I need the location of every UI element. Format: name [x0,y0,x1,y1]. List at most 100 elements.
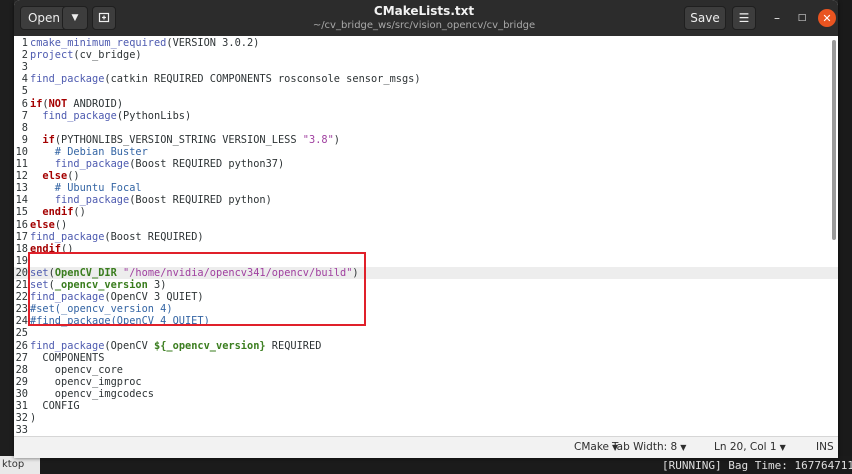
line-number: 29 [15,375,28,388]
code-text: find_package(Boost REQUIRED) [30,230,204,243]
line-number: 12 [15,170,28,183]
vertical-scrollbar[interactable] [832,40,836,240]
code-line[interactable]: 29 opencv_imgproc [14,376,838,388]
menu-button[interactable]: ☰ [732,6,756,30]
header-bar: Open ▼ CMakeLists.txt ~/cv_bridge_ws/src… [14,0,838,36]
tab-width-selector[interactable]: Tab Width: 8 ▼ [612,441,686,453]
minimize-button[interactable]: – [768,9,786,27]
text-editor-window: Open ▼ CMakeLists.txt ~/cv_bridge_ws/src… [14,0,838,458]
code-text: COMPONENTS [30,351,105,364]
code-line[interactable]: 15 endif() [14,206,838,218]
line-number: 28 [15,363,28,376]
code-line[interactable]: 26 find_package(OpenCV ${_opencv_version}… [14,340,838,352]
new-document-button[interactable] [92,6,116,30]
line-number: 6 [21,97,28,110]
close-icon: ✕ [822,11,832,25]
code-line[interactable]: 32) [14,412,838,424]
code-line[interactable]: 7 find_package(PythonLibs) [14,110,838,122]
open-button[interactable]: Open [20,6,68,30]
code-line[interactable]: 6 if(NOT ANDROID) [14,98,838,110]
code-line[interactable]: 8 [14,122,838,134]
code-line[interactable]: 11 find_package(Boost REQUIRED python37) [14,158,838,170]
code-line[interactable]: 3 [14,61,838,73]
line-number: 25 [15,327,28,340]
line-number: 18 [15,242,28,255]
line-number: 11 [15,158,28,170]
code-line[interactable]: 27 COMPONENTS [14,352,838,364]
code-line[interactable]: 16 else() [14,219,838,231]
chevron-down-icon: ▼ [680,443,687,452]
annotation-highlight-box [28,252,366,326]
hamburger-icon: ☰ [738,11,750,25]
line-number: 15 [15,206,28,219]
cursor-position[interactable]: Ln 20, Col 1 ▼ [714,441,786,453]
save-button-label: Save [690,11,720,25]
line-number: 20 [15,266,28,279]
line-number: 22 [15,291,28,304]
cursor-position-label: Ln 20, Col 1 [714,441,777,453]
window-title: CMakeLists.txt [373,4,475,18]
line-number: 1 [21,37,28,49]
code-line[interactable]: 1 cmake_minimum_required(VERSION 3.0.2) [14,37,838,49]
open-button-label: Open [27,11,61,25]
line-number: 31 [15,400,28,412]
insert-mode-indicator[interactable]: INS [816,441,834,453]
code-line[interactable]: 17 find_package(Boost REQUIRED) [14,231,838,243]
line-number: 7 [21,109,28,122]
line-number: 19 [15,254,28,267]
code-text: find_package(Boost REQUIRED python) [54,194,272,207]
open-dropdown-button[interactable]: ▼ [62,6,88,30]
code-line[interactable]: 2 project(cv_bridge) [14,49,838,61]
line-number: 2 [21,49,28,62]
new-document-icon [98,11,110,26]
line-number: 24 [15,315,28,328]
code-text: opencv_imgcodecs [30,387,154,400]
background-terminal-right [838,0,852,474]
insert-mode-label: INS [816,441,834,453]
code-line[interactable]: 13 # Ubuntu Focal [14,182,838,194]
maximize-icon: □ [797,13,807,23]
window-subtitle: ~/cv_bridge_ws/src/vision_opencv/cv_brid… [312,20,536,31]
code-text: endif() [42,206,86,219]
close-button[interactable]: ✕ [818,9,836,27]
code-line[interactable]: 30 opencv_imgcodecs [14,388,838,400]
minimize-icon: – [774,11,780,25]
status-bar: CMake ▼ Tab Width: 8 ▼ Ln 20, Col 1 ▼ INS [14,436,838,458]
code-text: else() [30,218,68,231]
line-number: 17 [15,230,28,243]
line-number: 13 [15,182,28,195]
code-line[interactable]: 12 else() [14,170,838,182]
code-line[interactable]: 10 # Debian Buster [14,146,838,158]
line-number: 27 [15,351,28,364]
line-number: 9 [21,133,28,146]
code-text: opencv_imgproc [30,375,142,388]
code-line[interactable]: 25 [14,327,838,339]
code-text: find_package(OpenCV ${_opencv_version} R… [30,339,322,352]
code-text: find_package(Boost REQUIRED python37) [54,158,285,170]
line-number: 21 [15,279,28,291]
line-number: 32 [15,412,28,425]
code-line[interactable]: 5 [14,85,838,97]
line-number: 16 [15,218,28,231]
code-line[interactable]: 9 if(PYTHONLIBS_VERSION_STRING VERSION_L… [14,134,838,146]
code-text: # Debian Buster [30,145,148,158]
code-line[interactable]: 33 [14,424,838,436]
code-text: opencv_core [30,363,123,376]
line-number: 5 [21,85,28,98]
chevron-down-icon: ▼ [779,443,786,452]
code-text: find_package(PythonLibs) [42,109,192,122]
line-number: 10 [15,145,28,158]
code-editor[interactable]: 1 cmake_minimum_required(VERSION 3.0.2) 2 p… [14,36,838,436]
line-number: 33 [15,424,28,436]
code-line[interactable]: 4 find_package(catkin REQUIRED COMPONENTS… [14,73,838,85]
maximize-button[interactable]: □ [793,9,811,27]
window-title-area: CMakeLists.txt ~/cv_bridge_ws/src/vision… [274,4,574,32]
code-text: if(NOT ANDROID) [30,97,124,110]
code-text: # Ubuntu Focal [30,182,142,195]
background-desktop-label: ktop [0,456,40,474]
code-line[interactable]: 28 opencv_core [14,364,838,376]
code-line[interactable]: 14 find_package(Boost REQUIRED python) [14,194,838,206]
code-line[interactable]: 31 CONFIG [14,400,838,412]
code-text: ) [30,412,37,425]
save-button[interactable]: Save [684,6,726,30]
